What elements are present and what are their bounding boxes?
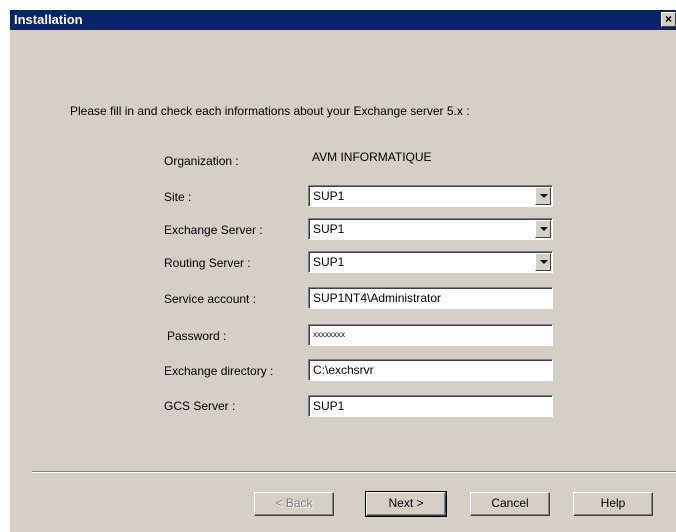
service-account-value: SUP1NT4\Administrator: [313, 291, 442, 305]
password-value: xxxxxxxx: [313, 330, 345, 339]
window-title: Installation: [14, 12, 83, 27]
password-input[interactable]: xxxxxxxx: [308, 324, 553, 346]
next-button[interactable]: Next >: [365, 491, 447, 517]
dialog-content: Please fill in and check each informatio…: [10, 30, 676, 532]
exchange-server-select-value: SUP1: [313, 222, 345, 236]
site-select-value: SUP1: [313, 189, 345, 203]
service-account-label: Service account :: [164, 292, 257, 306]
site-label: Site :: [164, 190, 192, 204]
exchange-directory-value: C:\exchsrvr: [313, 363, 374, 377]
help-button[interactable]: Help: [573, 492, 653, 516]
gcs-server-input[interactable]: SUP1: [308, 395, 553, 417]
gcs-server-value: SUP1: [313, 399, 345, 413]
chevron-down-icon[interactable]: [535, 220, 551, 238]
installation-dialog: Installation × Please fill in and check …: [10, 10, 676, 532]
exchange-directory-input[interactable]: C:\exchsrvr: [308, 359, 553, 381]
instruction-text: Please fill in and check each informatio…: [70, 104, 470, 118]
routing-server-select-value: SUP1: [313, 255, 345, 269]
close-icon[interactable]: ×: [661, 12, 676, 27]
exchange-server-select[interactable]: SUP1: [308, 218, 553, 240]
cancel-button[interactable]: Cancel: [470, 492, 550, 516]
routing-server-label: Routing Server :: [164, 256, 251, 270]
service-account-input[interactable]: SUP1NT4\Administrator: [308, 287, 553, 309]
exchange-directory-label: Exchange directory :: [164, 364, 274, 378]
separator: [32, 471, 676, 473]
chevron-down-icon[interactable]: [535, 253, 551, 271]
organization-label: Organization :: [164, 154, 239, 168]
gcs-server-label: GCS Server :: [164, 399, 236, 413]
chevron-down-icon[interactable]: [535, 187, 551, 205]
routing-server-select[interactable]: SUP1: [308, 251, 553, 273]
exchange-server-label: Exchange Server :: [164, 223, 263, 237]
site-select[interactable]: SUP1: [308, 185, 553, 207]
back-button[interactable]: < Back: [254, 492, 334, 516]
password-label: Password :: [167, 329, 227, 343]
title-bar: Installation ×: [10, 10, 676, 30]
organization-value: AVM INFORMATIQUE: [312, 150, 432, 164]
